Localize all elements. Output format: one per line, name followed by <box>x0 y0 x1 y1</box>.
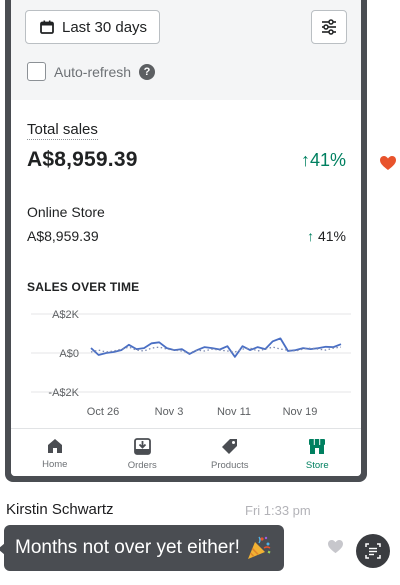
y-tick-label: A$2K <box>52 309 80 321</box>
nav-products-label: Products <box>211 460 249 471</box>
y-tick-label: A$0 <box>59 348 79 360</box>
filter-settings-button[interactable] <box>311 10 347 44</box>
message-text: Months not over yet either! <box>15 537 240 558</box>
date-range-label: Last 30 days <box>62 18 148 36</box>
transcript-icon <box>365 543 381 559</box>
x-tick-label: Nov 19 <box>283 406 318 418</box>
products-tag-icon <box>222 439 238 454</box>
y-tick-label: -A$2K <box>48 387 79 399</box>
message-time: Fri 1:33 pm <box>245 503 311 518</box>
sales-series-line <box>90 337 342 358</box>
orders-icon <box>133 438 151 455</box>
x-tick-label: Oct 26 <box>87 406 119 418</box>
nav-store-label: Store <box>305 460 329 471</box>
help-icon[interactable]: ? <box>139 63 156 80</box>
channel-change-value: 41% <box>317 228 346 244</box>
up-arrow-icon: ↑ <box>307 228 315 244</box>
auto-refresh-label: Auto-refresh <box>54 63 132 80</box>
nav-orders-label: Orders <box>127 460 157 471</box>
auto-refresh-checkbox[interactable] <box>27 62 46 81</box>
message-sender: Kirstin Schwartz <box>6 501 114 518</box>
total-sales-change: ↑41% <box>301 150 346 171</box>
home-icon <box>47 439 62 453</box>
party-popper-icon <box>247 536 271 559</box>
total-sales-value: A$8,959.39 <box>27 148 138 171</box>
channel-value: A$8,959.39 <box>27 228 99 244</box>
transcript-button[interactable] <box>356 534 390 568</box>
shared-screenshot[interactable]: Last 30 days Auto-refresh ? Total sales … <box>5 0 367 482</box>
like-message-icon[interactable] <box>327 539 344 554</box>
x-tick-label: Nov 3 <box>155 406 184 418</box>
nav-products[interactable]: Products <box>186 429 274 476</box>
bottom-nav: Home Orders Products Store <box>11 428 361 476</box>
nav-store[interactable]: Store <box>274 429 362 476</box>
chart-title: SALES OVER TIME <box>27 280 140 294</box>
message-bubble[interactable]: Months not over yet either! <box>0 525 284 571</box>
total-sales-change-value: 41% <box>309 150 346 170</box>
nav-home-label: Home <box>42 459 68 470</box>
date-range-button[interactable]: Last 30 days <box>25 10 160 44</box>
auto-refresh-row: Auto-refresh ? <box>27 62 156 81</box>
total-sales-title[interactable]: Total sales <box>27 121 98 140</box>
store-icon <box>309 439 326 454</box>
sales-over-time-chart: A$2K A$0 -A$2K Oct 26 Nov 3 Nov 11 Nov 19 <box>31 309 351 418</box>
channel-change: ↑ 41% <box>307 228 346 244</box>
filters-bar: Last 30 days Auto-refresh ? <box>11 0 361 100</box>
heart-reaction-icon[interactable] <box>379 155 397 171</box>
sliders-icon <box>322 19 336 35</box>
nav-orders[interactable]: Orders <box>99 429 187 476</box>
channel-label: Online Store <box>27 204 105 220</box>
up-arrow-icon: ↑ <box>300 150 310 170</box>
calendar-icon <box>40 20 54 34</box>
nav-home[interactable]: Home <box>11 429 99 476</box>
x-tick-label: Nov 11 <box>217 406 251 418</box>
shopify-analytics-screen: Last 30 days Auto-refresh ? Total sales … <box>11 0 361 476</box>
